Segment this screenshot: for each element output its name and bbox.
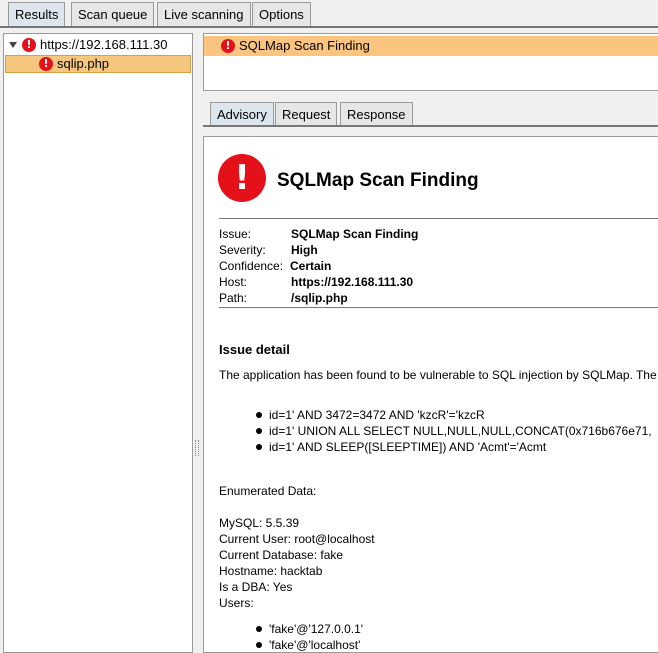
enumerated-heading-block: Enumerated Data: bbox=[219, 483, 316, 499]
list-item: Current Database: fake bbox=[219, 548, 344, 562]
list-item: MySQL: 5.5.39 bbox=[219, 516, 300, 530]
prop-value: https://192.168.111.30 bbox=[291, 275, 414, 289]
tab-live-scanning[interactable]: Live scanning bbox=[157, 2, 251, 27]
users-list: 'fake'@'127.0.0.1' 'fake'@'localhost' bbox=[256, 621, 363, 652]
tab-bar-divider bbox=[0, 26, 658, 28]
triangle-down-icon[interactable] bbox=[9, 42, 17, 48]
pane-splitter-handle[interactable] bbox=[195, 440, 199, 456]
detail-tab-divider bbox=[203, 125, 658, 127]
tab-request[interactable]: Request bbox=[275, 102, 338, 127]
alert-icon: ! bbox=[22, 38, 36, 52]
list-item: Users: bbox=[219, 596, 254, 610]
tree-item-sqlip[interactable]: ! sqlip.php bbox=[5, 55, 191, 73]
prop-key: Host: bbox=[219, 275, 248, 289]
list-item: id=1' UNION ALL SELECT NULL,NULL,NULL,CO… bbox=[256, 423, 652, 439]
main-tab-bar: Results Scan queue Live scanning Options bbox=[0, 0, 658, 27]
issue-list-row-label: SQLMap Scan Finding bbox=[239, 38, 370, 53]
tab-options[interactable]: Options bbox=[252, 2, 311, 27]
prop-value: /sqlip.php bbox=[291, 291, 348, 305]
alert-icon: ! bbox=[218, 154, 266, 202]
list-item: id=1' AND SLEEP([SLEEPTIME]) AND 'Acmt'=… bbox=[256, 439, 652, 455]
issue-detail-text: The application has been found to be vul… bbox=[219, 368, 657, 382]
prop-key: Confidence: bbox=[219, 259, 284, 273]
tab-response[interactable]: Response bbox=[340, 102, 413, 127]
prop-key: Issue: bbox=[219, 227, 252, 241]
prop-value: Certain bbox=[290, 259, 332, 273]
tab-scan-queue[interactable]: Scan queue bbox=[71, 2, 155, 27]
divider bbox=[219, 218, 658, 219]
tree-child-label: sqlip.php bbox=[57, 56, 110, 71]
tree-item-host[interactable]: ! https://192.168.111.30 bbox=[6, 36, 190, 54]
issue-detail-heading: Issue detail bbox=[219, 342, 290, 357]
list-item: 'fake'@'localhost' bbox=[256, 637, 363, 652]
prop-key: Severity: bbox=[219, 243, 266, 257]
issue-list[interactable]: ! SQLMap Scan Finding bbox=[203, 33, 658, 91]
prop-value: SQLMap Scan Finding bbox=[291, 227, 419, 241]
detail-tab-bar: Advisory Request Response bbox=[203, 100, 658, 127]
results-tree[interactable]: ! https://192.168.111.30 ! sqlip.php bbox=[3, 33, 193, 653]
advisory-panel[interactable]: ! SQLMap Scan Finding Issue: SQLMap Scan… bbox=[203, 136, 658, 653]
list-item: 'fake'@'127.0.0.1' bbox=[256, 621, 363, 637]
list-item: Is a DBA: Yes bbox=[219, 580, 293, 594]
alert-icon: ! bbox=[39, 57, 53, 71]
list-item: id=1' AND 3472=3472 AND 'kzcR'='kzcR bbox=[256, 407, 652, 423]
enumerated-heading: Enumerated Data: bbox=[219, 484, 317, 498]
prop-key: Path: bbox=[219, 291, 248, 305]
issue-list-row-selected[interactable]: ! SQLMap Scan Finding bbox=[204, 36, 658, 56]
alert-icon: ! bbox=[221, 39, 235, 53]
prop-value: High bbox=[291, 243, 318, 257]
enumerated-data: MySQL: 5.5.39 Current User: root@localho… bbox=[219, 515, 375, 611]
tree-host-label: https://192.168.111.30 bbox=[40, 37, 168, 52]
divider bbox=[219, 307, 658, 308]
payload-list: id=1' AND 3472=3472 AND 'kzcR'='kzcR id=… bbox=[256, 407, 652, 455]
tab-advisory[interactable]: Advisory bbox=[210, 102, 274, 127]
advisory-title: SQLMap Scan Finding bbox=[277, 170, 479, 191]
list-item: Current User: root@localhost bbox=[219, 532, 375, 546]
tab-results[interactable]: Results bbox=[8, 2, 66, 27]
list-item: Hostname: hacktab bbox=[219, 564, 323, 578]
